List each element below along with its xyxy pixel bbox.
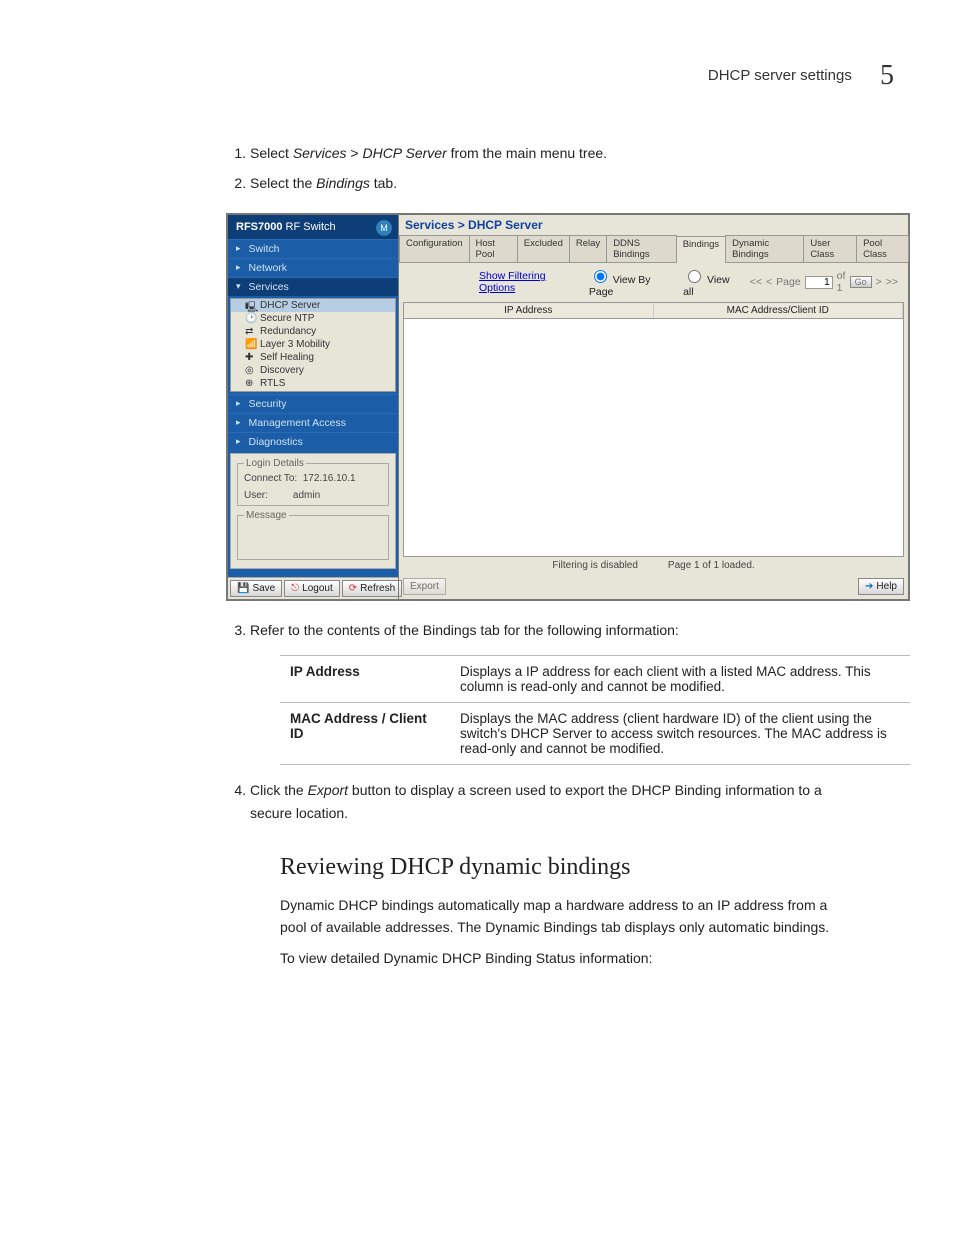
refresh-button[interactable]: ⟳Refresh bbox=[342, 580, 402, 597]
go-button[interactable]: Go bbox=[850, 276, 872, 288]
mobility-icon: 📶 bbox=[245, 339, 256, 350]
table-row: IP Address Displays a IP address for eac… bbox=[280, 656, 910, 703]
tree-redundancy[interactable]: ⇄Redundancy bbox=[231, 325, 395, 338]
page-status: Page 1 of 1 loaded. bbox=[668, 560, 755, 571]
def-val: Displays a IP address for each client wi… bbox=[450, 656, 910, 703]
tab-excluded[interactable]: Excluded bbox=[517, 235, 570, 262]
main-footer: Export ➔Help bbox=[399, 574, 908, 599]
running-header: DHCP server settings 5 bbox=[60, 60, 894, 92]
step-4: Click the Export button to display a scr… bbox=[250, 779, 854, 824]
heal-icon: ✚ bbox=[245, 352, 256, 363]
step-1: Select Services > DHCP Server from the m… bbox=[250, 142, 854, 164]
col-ip-address[interactable]: IP Address bbox=[404, 303, 654, 318]
logout-button[interactable]: ⎋Logout bbox=[284, 580, 340, 597]
nav-network[interactable]: Network bbox=[228, 258, 398, 277]
pager: << < Page of 1 Go > >> bbox=[750, 270, 898, 294]
clock-icon: 🕑 bbox=[245, 313, 256, 324]
status-bar: Filtering is disabled Page 1 of 1 loaded… bbox=[399, 557, 908, 574]
table-row: MAC Address / Client ID Displays the MAC… bbox=[280, 703, 910, 765]
redundancy-icon: ⇄ bbox=[245, 326, 256, 337]
tree-secure-ntp[interactable]: 🕑Secure NTP bbox=[231, 312, 395, 325]
tree-rtls[interactable]: ⊕RTLS bbox=[231, 377, 395, 390]
section-heading: Reviewing DHCP dynamic bindings bbox=[280, 854, 894, 881]
help-button[interactable]: ➔Help bbox=[858, 578, 904, 595]
instruction-list: Select Services > DHCP Server from the m… bbox=[230, 142, 854, 195]
nav-switch[interactable]: Switch bbox=[228, 239, 398, 258]
tree-l3-mobility[interactable]: 📶Layer 3 Mobility bbox=[231, 338, 395, 351]
filter-toolbar: Show Filtering Options View By Page View… bbox=[399, 263, 908, 302]
filter-status: Filtering is disabled bbox=[552, 560, 638, 571]
rtls-icon: ⊕ bbox=[245, 378, 256, 389]
nav-diagnostics[interactable]: Diagnostics bbox=[228, 432, 398, 451]
logout-icon: ⎋ bbox=[291, 583, 299, 594]
section-p2: To view detailed Dynamic DHCP Binding St… bbox=[280, 948, 854, 970]
breadcrumb: Services > DHCP Server bbox=[399, 215, 908, 235]
instruction-list-2: Refer to the contents of the Bindings ta… bbox=[230, 619, 854, 641]
view-by-page-radio[interactable]: View By Page bbox=[589, 267, 673, 298]
pager-first[interactable]: << bbox=[750, 276, 762, 288]
motorola-logo-icon: M bbox=[376, 220, 392, 236]
save-icon: 💾 bbox=[237, 583, 249, 594]
tab-user-class[interactable]: User Class bbox=[803, 235, 857, 262]
col-mac-client-id[interactable]: MAC Address/Client ID bbox=[654, 303, 904, 318]
tab-relay[interactable]: Relay bbox=[569, 235, 607, 262]
tree-self-healing[interactable]: ✚Self Healing bbox=[231, 351, 395, 364]
nav-services[interactable]: Services bbox=[228, 277, 398, 296]
grid-body bbox=[404, 319, 903, 556]
sidebar-buttons: 💾Save ⎋Logout ⟳Refresh bbox=[228, 577, 398, 599]
def-val: Displays the MAC address (client hardwar… bbox=[450, 703, 910, 765]
tab-ddns-bindings[interactable]: DDNS Bindings bbox=[606, 235, 677, 262]
login-details: Login Details Connect To: 172.16.10.1 Us… bbox=[230, 453, 396, 569]
screenshot-panel: RFS7000 RF Switch M Switch Network Servi… bbox=[226, 213, 910, 601]
server-icon: 🖳 bbox=[245, 300, 256, 311]
refresh-icon: ⟳ bbox=[349, 583, 357, 594]
tab-bindings[interactable]: Bindings bbox=[676, 236, 726, 263]
def-key: MAC Address / Client ID bbox=[280, 703, 450, 765]
step-3: Refer to the contents of the Bindings ta… bbox=[250, 619, 854, 641]
main-panel: Services > DHCP Server Configuration Hos… bbox=[398, 215, 908, 599]
pager-next[interactable]: > bbox=[876, 276, 882, 288]
definition-table: IP Address Displays a IP address for eac… bbox=[280, 655, 910, 765]
nav-sidebar: RFS7000 RF Switch M Switch Network Servi… bbox=[228, 215, 398, 599]
header-title: DHCP server settings bbox=[708, 67, 852, 84]
device-title: RFS7000 RF Switch M bbox=[228, 215, 398, 239]
services-tree[interactable]: 🖳DHCP Server 🕑Secure NTP ⇄Redundancy 📶La… bbox=[230, 298, 396, 392]
step-2: Select the Bindings tab. bbox=[250, 172, 854, 194]
nav-security[interactable]: Security bbox=[228, 394, 398, 413]
pager-last[interactable]: >> bbox=[886, 276, 898, 288]
tree-dhcp-server[interactable]: 🖳DHCP Server bbox=[231, 299, 395, 312]
bindings-grid: IP Address MAC Address/Client ID bbox=[403, 302, 904, 557]
tab-dynamic-bindings[interactable]: Dynamic Bindings bbox=[725, 235, 804, 262]
page-number: 5 bbox=[880, 60, 894, 92]
instruction-list-3: Click the Export button to display a scr… bbox=[230, 779, 854, 824]
tab-configuration[interactable]: Configuration bbox=[399, 235, 470, 262]
tab-host-pool[interactable]: Host Pool bbox=[469, 235, 518, 262]
tab-pool-class[interactable]: Pool Class bbox=[856, 235, 909, 262]
def-key: IP Address bbox=[280, 656, 450, 703]
page-input[interactable] bbox=[805, 276, 833, 289]
tree-discovery[interactable]: ◎Discovery bbox=[231, 364, 395, 377]
discovery-icon: ◎ bbox=[245, 365, 256, 376]
pager-prev[interactable]: < bbox=[766, 276, 772, 288]
tab-bar: Configuration Host Pool Excluded Relay D… bbox=[399, 235, 908, 263]
nav-mgmt-access[interactable]: Management Access bbox=[228, 413, 398, 432]
help-icon: ➔ bbox=[865, 581, 873, 592]
export-button[interactable]: Export bbox=[403, 578, 446, 595]
section-p1: Dynamic DHCP bindings automatically map … bbox=[280, 895, 854, 938]
save-button[interactable]: 💾Save bbox=[230, 580, 282, 597]
view-all-radio[interactable]: View all bbox=[683, 267, 740, 298]
show-filtering-link[interactable]: Show Filtering Options bbox=[479, 270, 579, 294]
grid-header: IP Address MAC Address/Client ID bbox=[404, 303, 903, 319]
